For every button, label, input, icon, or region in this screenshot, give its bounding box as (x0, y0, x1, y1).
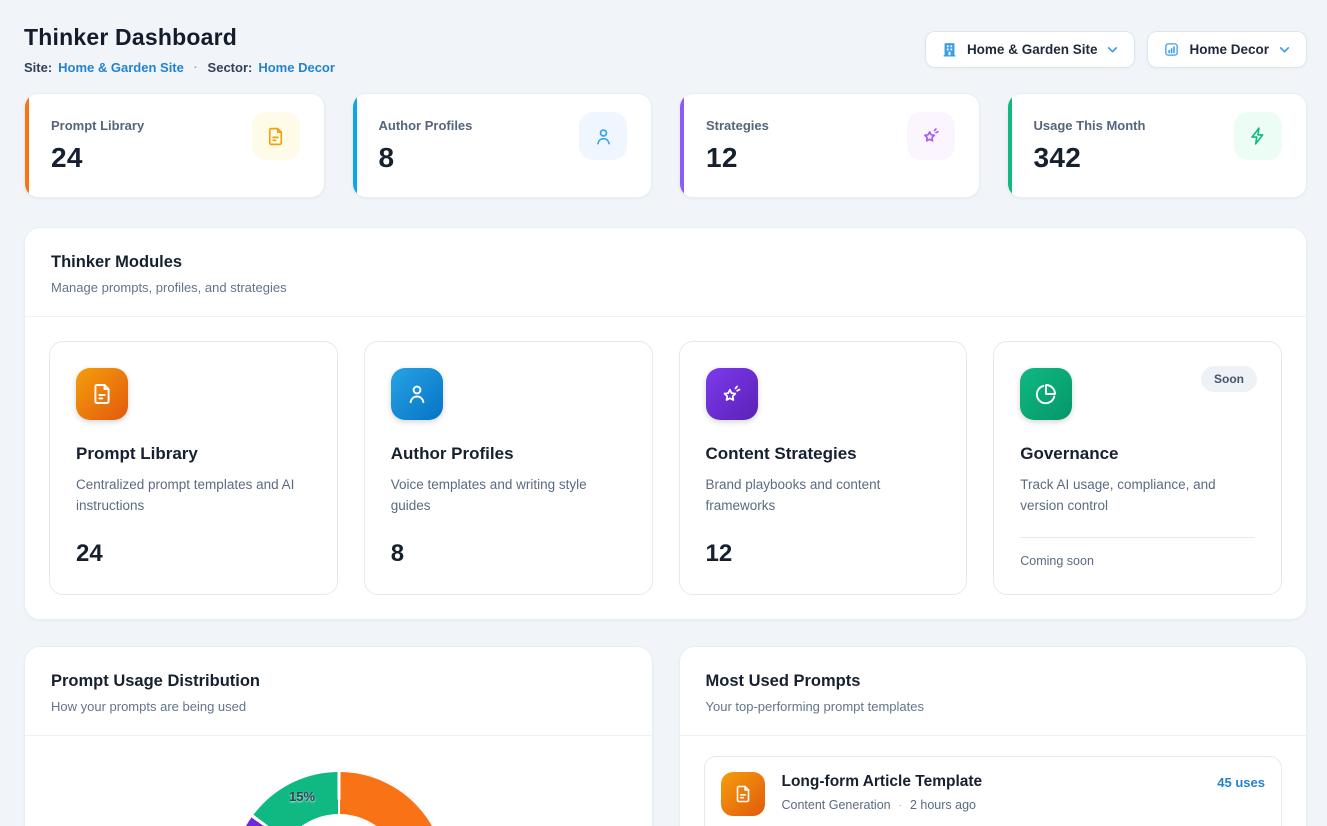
modules-section-title: Thinker Modules (51, 253, 1280, 272)
stats-row: Prompt Library 24 Author Profiles 8 Stra… (24, 93, 1307, 198)
prompt-item-title: Long-form Article Template (782, 773, 1218, 791)
module-count: 8 (391, 540, 626, 568)
thinker-modules-section: Thinker Modules Manage prompts, profiles… (24, 227, 1307, 620)
bottom-row: Prompt Usage Distribution How your promp… (24, 646, 1307, 826)
stat-card-strategies: Strategies 12 (679, 93, 980, 198)
prompt-category: Content Generation (782, 798, 891, 812)
chevron-down-icon (1106, 43, 1119, 56)
document-icon (76, 368, 128, 420)
donut-chart-area: 15% (25, 736, 652, 826)
header-titles: Thinker Dashboard Site: Home & Garden Si… (24, 24, 335, 75)
module-count: 24 (76, 540, 311, 568)
module-description: Voice templates and writing style guides (391, 475, 626, 517)
pie-chart-icon (1020, 368, 1072, 420)
prompt-item-meta: Content Generation · 2 hours ago (782, 798, 1218, 812)
module-count: 12 (706, 540, 941, 568)
module-card-prompt-library[interactable]: Prompt Library Centralized prompt templa… (49, 341, 338, 595)
bar-chart-icon (1163, 41, 1180, 58)
prompt-item-text: Long-form Article Template Content Gener… (782, 772, 1218, 812)
page-header: Thinker Dashboard Site: Home & Garden Si… (24, 24, 1307, 75)
prompt-uses-count: 45 uses (1217, 772, 1265, 790)
module-title: Prompt Library (76, 444, 311, 464)
prompt-list-item[interactable]: Long-form Article Template Content Gener… (704, 756, 1283, 826)
chevron-down-icon (1278, 43, 1291, 56)
modules-grid: Prompt Library Centralized prompt templa… (25, 317, 1306, 619)
breadcrumb: Site: Home & Garden Site · Sector: Home … (24, 60, 335, 75)
donut-segment-label: 15% (272, 789, 332, 804)
soon-badge: Soon (1201, 366, 1257, 392)
sector-selector-value: Home Decor (1189, 42, 1269, 57)
building-icon (941, 41, 958, 58)
dashboard-page: Thinker Dashboard Site: Home & Garden Si… (0, 0, 1327, 826)
sparkle-star-icon (706, 368, 758, 420)
document-icon (721, 772, 765, 816)
site-selector-dropdown[interactable]: Home & Garden Site (925, 31, 1136, 68)
stat-card-author-profiles: Author Profiles 8 (352, 93, 653, 198)
prompts-panel-subtitle: Your top-performing prompt templates (706, 699, 1281, 714)
divider (1020, 537, 1255, 538)
page-title: Thinker Dashboard (24, 24, 335, 51)
usage-panel-header: Prompt Usage Distribution How your promp… (25, 647, 652, 735)
prompt-usage-distribution-card: Prompt Usage Distribution How your promp… (24, 646, 653, 826)
header-actions: Home & Garden Site Home Decor (925, 31, 1307, 68)
module-title: Author Profiles (391, 444, 626, 464)
usage-panel-subtitle: How your prompts are being used (51, 699, 626, 714)
separator-dot: · (190, 62, 202, 74)
person-icon (579, 112, 627, 160)
sector-link[interactable]: Home Decor (258, 60, 335, 75)
person-icon (391, 368, 443, 420)
module-card-content-strategies[interactable]: Content Strategies Brand playbooks and c… (679, 341, 968, 595)
site-label: Site: (24, 60, 52, 75)
document-icon (252, 112, 300, 160)
module-description: Track AI usage, compliance, and version … (1020, 475, 1255, 517)
stat-card-usage: Usage This Month 342 (1007, 93, 1308, 198)
bolt-icon (1234, 112, 1282, 160)
prompt-time: 2 hours ago (910, 798, 976, 812)
module-card-author-profiles[interactable]: Author Profiles Voice templates and writ… (364, 341, 653, 595)
site-selector-value: Home & Garden Site (967, 42, 1098, 57)
module-card-governance[interactable]: Soon Governance Track AI usage, complian… (993, 341, 1282, 595)
prompts-list: Long-form Article Template Content Gener… (680, 736, 1307, 826)
donut-chart: 15% (232, 772, 446, 826)
usage-panel-title: Prompt Usage Distribution (51, 672, 626, 691)
most-used-prompts-card: Most Used Prompts Your top-performing pr… (679, 646, 1308, 826)
module-description: Brand playbooks and content frameworks (706, 475, 941, 517)
coming-soon-text: Coming soon (1020, 554, 1255, 568)
site-link[interactable]: Home & Garden Site (58, 60, 184, 75)
modules-section-header: Thinker Modules Manage prompts, profiles… (25, 228, 1306, 316)
module-title: Content Strategies (706, 444, 941, 464)
module-title: Governance (1020, 444, 1255, 464)
separator-dot: · (899, 800, 902, 811)
module-description: Centralized prompt templates and AI inst… (76, 475, 311, 517)
sector-selector-dropdown[interactable]: Home Decor (1147, 31, 1307, 68)
prompts-panel-title: Most Used Prompts (706, 672, 1281, 691)
sparkle-star-icon (907, 112, 955, 160)
sector-label: Sector: (208, 60, 253, 75)
stat-card-prompt-library: Prompt Library 24 (24, 93, 325, 198)
modules-section-subtitle: Manage prompts, profiles, and strategies (51, 280, 1280, 295)
prompts-panel-header: Most Used Prompts Your top-performing pr… (680, 647, 1307, 735)
